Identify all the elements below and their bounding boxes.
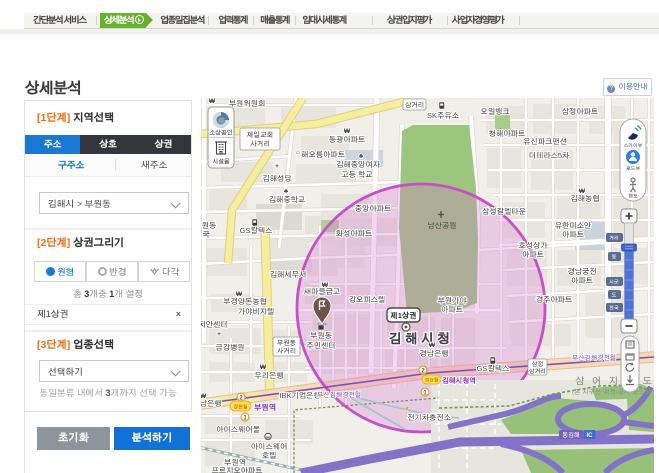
svg-text:김해시청: 김해시청 — [389, 331, 454, 346]
svg-text:₩: ₩ — [209, 98, 216, 105]
svg-text:호성상가: 호성상가 — [518, 241, 548, 250]
svg-text:₩: ₩ — [260, 364, 267, 371]
svg-text:삼 어 지 구 도 시 개 발: 삼 어 지 구 도 시 개 발 — [575, 375, 654, 387]
svg-text:고등 학교: 고등 학교 — [341, 170, 372, 179]
svg-text:경남은행: 경남은행 — [201, 399, 222, 408]
svg-text:부원동: 부원동 — [310, 331, 332, 340]
svg-text:우리은행: 우리은행 — [254, 371, 283, 380]
svg-text:부경양돈농협: 부경양돈농협 — [223, 297, 267, 306]
svg-text:GS칼텍스: GS칼텍스 — [477, 364, 510, 373]
svg-text:경남궁전: 경남궁전 — [567, 267, 596, 276]
svg-text:김해세무서: 김해세무서 — [270, 270, 306, 279]
svg-text:해오름아파트: 해오름아파트 — [301, 150, 345, 159]
svg-text:₩: ₩ — [201, 393, 207, 400]
svg-text:시설물: 시설물 — [212, 159, 230, 166]
svg-text:+: + — [217, 331, 221, 338]
svg-text:강오피스텔: 강오피스텔 — [349, 295, 385, 304]
svg-text:청해아파트: 청해아파트 — [489, 129, 525, 138]
svg-text:사거리: 사거리 — [277, 348, 296, 355]
svg-text:+: + — [275, 163, 279, 170]
svg-text:시군: 시군 — [609, 280, 619, 286]
svg-text:아파트: 아파트 — [571, 276, 593, 285]
svg-text:사거리: 사거리 — [250, 140, 270, 148]
svg-text:⌂: ⌂ — [296, 149, 300, 156]
svg-text:프르지오아파트: 프르지오아파트 — [211, 466, 262, 473]
svg-text:아파트: 아파트 — [522, 250, 544, 259]
svg-text:김해농협: 김해농협 — [570, 194, 599, 203]
svg-text:IBK기업은행: IBK기업은행 — [279, 391, 320, 400]
svg-text:부원역: 부원역 — [254, 403, 276, 412]
svg-text:₩: ₩ — [322, 282, 329, 289]
svg-text:거리: 거리 — [609, 236, 619, 242]
svg-text:삼거리: 삼거리 — [529, 368, 546, 375]
svg-text:경주아파트: 경주아파트 — [536, 295, 572, 304]
svg-text:삼정: 삼정 — [532, 361, 544, 368]
svg-text:부원위원회: 부원위원회 — [229, 99, 265, 108]
svg-text:국: 국 — [202, 230, 209, 239]
svg-text:호텔: 호텔 — [262, 451, 277, 460]
svg-text:전기차충전소: 전기차충전소 — [407, 413, 451, 422]
svg-text:소상공인: 소상공인 — [209, 130, 233, 137]
svg-text:동: 동 — [612, 255, 617, 261]
svg-text:부원동: 부원동 — [277, 339, 296, 347]
svg-text:♣: ♣ — [359, 153, 364, 160]
svg-text:금강병원: 금강병원 — [215, 343, 244, 352]
svg-text:제일교회: 제일교회 — [246, 131, 274, 139]
svg-text:김해성당: 김해성당 — [262, 174, 291, 183]
svg-text:원동: 원동 — [202, 221, 217, 230]
svg-text:치안센터: 치안센터 — [201, 320, 228, 329]
svg-text:₩: ₩ — [579, 188, 586, 195]
svg-text:삼정아파트: 삼정아파트 — [561, 107, 598, 116]
svg-text:아파트: 아파트 — [441, 305, 463, 314]
svg-text:더테라스5차: 더테라스5차 — [529, 151, 570, 160]
svg-text:GS칼텍스: GS칼텍스 — [240, 226, 273, 235]
svg-text:아이스웨어몰: 아이스웨어몰 — [216, 425, 260, 434]
svg-text:아파트: 아파트 — [562, 230, 584, 239]
svg-text:♣: ♣ — [284, 188, 289, 195]
svg-text:도: 도 — [612, 293, 617, 299]
svg-text:부산김해경전철: 부산김해경전철 — [317, 391, 361, 399]
svg-text:₩: ₩ — [429, 342, 436, 349]
svg-text:중앙아파트: 중앙아파트 — [355, 204, 391, 213]
svg-text:경전철: 경전철 — [425, 378, 439, 383]
svg-text:₩: ₩ — [344, 128, 351, 135]
svg-text:김해중앙여자: 김해중앙여자 — [336, 160, 380, 169]
svg-text:부원가야: 부원가야 — [437, 296, 466, 305]
svg-text:아이스웨어: 아이스웨어 — [251, 442, 287, 451]
svg-text:동김해: 동김해 — [562, 432, 580, 439]
svg-text:유신파크맨션: 유신파크맨션 — [523, 137, 567, 146]
svg-text:삼거리: 삼거리 — [405, 101, 424, 109]
svg-text:맵도: 맵도 — [628, 194, 638, 200]
svg-text:동광아파트: 동광아파트 — [329, 135, 365, 144]
svg-text:(본 지구는 예정/공사 중으로 실제: (본 지구는 예정/공사 중으로 실제 — [572, 388, 654, 396]
svg-text:₩: ₩ — [236, 291, 243, 298]
svg-text:주민센터: 주민센터 — [306, 341, 335, 350]
svg-text:오일뱅크: 오일뱅크 — [480, 107, 509, 116]
svg-text:제1상권: 제1상권 — [390, 311, 416, 320]
svg-text:SK주유소: SK주유소 — [427, 111, 459, 120]
svg-text:김해중학교: 김해중학교 — [269, 195, 305, 204]
svg-text:화성아파트: 화성아파트 — [336, 229, 372, 238]
svg-text:부산김해경전철: 부산김해경전철 — [572, 354, 616, 362]
svg-text:김해시청역: 김해시청역 — [442, 376, 476, 385]
svg-text:남산공원: 남산공원 — [427, 221, 456, 230]
svg-text:경전철: 경전철 — [234, 404, 248, 411]
svg-text:전국: 전국 — [609, 305, 619, 312]
svg-text:H: H — [266, 435, 270, 441]
svg-text:경남은행: 경남은행 — [419, 349, 448, 358]
svg-text:IC: IC — [587, 433, 594, 439]
svg-text:삼성갈멜타운: 삼성갈멜타운 — [481, 207, 526, 216]
svg-text:가야비지텔: 가야비지텔 — [238, 307, 274, 316]
svg-text:로드뷰: 로드뷰 — [626, 166, 640, 172]
svg-text:스카이뷰: 스카이뷰 — [624, 143, 643, 149]
svg-text:유한미소안: 유한미소안 — [555, 221, 591, 230]
